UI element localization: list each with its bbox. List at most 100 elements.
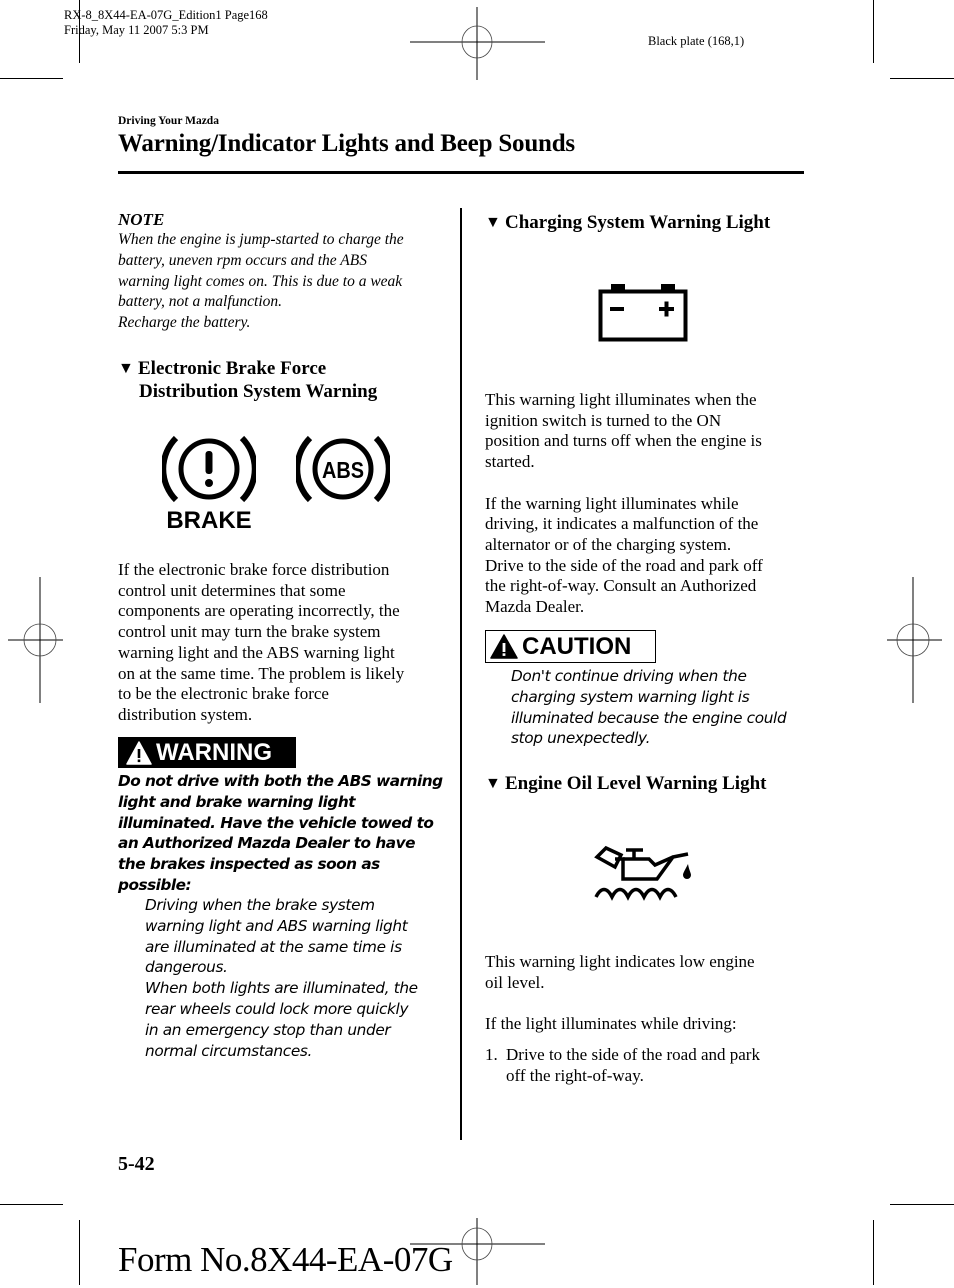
warning-label: WARNING bbox=[156, 738, 272, 766]
oil-can-icon bbox=[594, 845, 691, 901]
triangle-marker-icon: ▼ bbox=[485, 214, 501, 231]
plate-label: Black plate (168,1) bbox=[648, 34, 745, 48]
text-line: ignition switch is turned to the ON bbox=[485, 410, 722, 430]
text-line: distribution system. bbox=[118, 704, 253, 724]
oil-heading: ▼ Engine Oil Level Warning Light bbox=[485, 772, 815, 795]
note-body: When the engine is jump-started to charg… bbox=[118, 230, 448, 334]
title-rule bbox=[118, 171, 804, 174]
text-line: If the warning light illuminates while bbox=[485, 493, 739, 513]
charging-heading: ▼ Charging System Warning Light bbox=[485, 211, 815, 234]
note-line: battery, not a malfunction. bbox=[118, 293, 283, 311]
file-line: RX-8_8X44-EA-07G_Edition1 Page168 bbox=[64, 8, 268, 22]
page-title: Warning/Indicator Lights and Beep Sounds bbox=[118, 130, 575, 157]
text-line: in an emergency stop than under bbox=[145, 1020, 391, 1039]
crop-mark bbox=[890, 1204, 954, 1205]
text-line: driving, it indicates a malfunction of t… bbox=[485, 514, 759, 534]
text-line: oil level. bbox=[485, 972, 545, 992]
warning-badge: WARNING bbox=[118, 737, 296, 768]
step-number: 1. bbox=[485, 1044, 498, 1064]
caution-triangle-icon bbox=[490, 634, 518, 659]
abs-warning-icon: ABS bbox=[296, 435, 390, 503]
step-item: 1. Drive to the side of the road and par… bbox=[485, 1045, 815, 1086]
ebd-heading: ▼ Electronic Brake Force Distribution Sys… bbox=[118, 357, 448, 403]
text-line: This warning light indicates low engine bbox=[485, 952, 755, 971]
warning-triangle-icon bbox=[126, 740, 152, 765]
caution-badge: CAUTION bbox=[485, 630, 656, 663]
text-line: Mazda Dealer. bbox=[485, 597, 585, 617]
triangle-marker-icon: ▼ bbox=[118, 360, 134, 377]
text-line: illuminated. Have the vehicle towed to bbox=[118, 813, 434, 832]
date-line: Friday, May 11 2007 5:3 PM bbox=[64, 23, 209, 37]
text-line: dangerous. bbox=[145, 958, 228, 977]
text-line: are illuminated at the same time is bbox=[145, 937, 402, 956]
crop-mark bbox=[0, 1204, 63, 1205]
note-block: NOTE When the engine is jump-started to … bbox=[118, 210, 448, 334]
triangle-marker-icon: ▼ bbox=[485, 775, 501, 792]
note-line: When the engine is jump-started to charg… bbox=[118, 231, 404, 248]
caution-text: Don't continue driving when the charging… bbox=[511, 666, 811, 749]
text-line: Drive to the side of the road and park bbox=[506, 1044, 760, 1064]
crop-mark bbox=[873, 0, 874, 63]
step-text: Drive to the side of the road and park o… bbox=[506, 1045, 760, 1086]
note-line: battery, uneven rpm occurs and the ABS bbox=[118, 251, 367, 269]
note-line: Recharge the battery. bbox=[118, 314, 251, 332]
text-line: components are operating incorrectly, th… bbox=[118, 601, 400, 621]
text-line: illuminated because the engine could bbox=[511, 708, 787, 727]
text-line: control unit determines that some bbox=[118, 580, 346, 600]
note-title: NOTE bbox=[118, 210, 165, 229]
text-line: on at the same time. The problem is like… bbox=[118, 663, 405, 683]
text-line: Drive to the side of the road and park o… bbox=[485, 555, 763, 575]
heading-text: Charging System Warning Light bbox=[505, 212, 771, 233]
text-line: normal circumstances. bbox=[145, 1041, 313, 1060]
abs-label: ABS bbox=[322, 457, 364, 483]
text-line: When both lights are illuminated, the bbox=[145, 979, 418, 998]
text-line: charging system warning light is bbox=[511, 687, 750, 706]
battery-icon bbox=[598, 284, 688, 342]
text-line: to be the electronic brake force bbox=[118, 684, 329, 704]
warning-text: Do not drive with both the ABS warning l… bbox=[118, 771, 453, 896]
text-line: stop unexpectedly. bbox=[511, 729, 651, 748]
warning-detail: Driving when the brake system warning li… bbox=[145, 895, 450, 1061]
text-line: an Authorized Mazda Dealer to have bbox=[118, 834, 415, 853]
ebd-description: If the electronic brake force distributi… bbox=[118, 560, 453, 726]
text-line: control unit may turn the brake system bbox=[118, 622, 381, 642]
text-line: warning light and ABS warning light bbox=[145, 916, 408, 935]
text-line: position and turns off when the engine i… bbox=[485, 431, 762, 451]
registration-mark-top bbox=[410, 7, 545, 80]
text-line: off the right-of-way. bbox=[506, 1065, 644, 1085]
print-file-info: RX-8_8X44-EA-07G_Edition1 Page168 Friday… bbox=[64, 8, 268, 38]
heading-text: Engine Oil Level Warning Light bbox=[505, 773, 767, 794]
text-line: possible: bbox=[118, 875, 192, 894]
text-line: the right-of-way. Consult an Authorized bbox=[485, 576, 757, 596]
oil-description: This warning light indicates low engine … bbox=[485, 952, 815, 1086]
crop-mark bbox=[873, 1220, 874, 1285]
caution-label: CAUTION bbox=[522, 632, 632, 660]
heading-line: Electronic Brake Force bbox=[138, 358, 327, 379]
form-number: Form No.8X44-EA-07G bbox=[118, 1240, 453, 1279]
section-label: Driving Your Mazda bbox=[118, 115, 219, 127]
text-line: the brakes inspected as soon as bbox=[118, 855, 380, 874]
crop-mark bbox=[0, 78, 63, 79]
text-line: alternator or of the charging system. bbox=[485, 534, 732, 554]
text-line: warning light and the ABS warning light bbox=[118, 642, 395, 662]
crop-mark bbox=[890, 78, 954, 79]
text-line: started. bbox=[485, 452, 535, 472]
text-line: Do not drive with both the ABS warning bbox=[118, 772, 443, 790]
heading-line: Distribution System Warning bbox=[139, 381, 378, 402]
brake-warning-icon: BRAKE bbox=[162, 435, 256, 532]
registration-mark-right bbox=[887, 577, 942, 703]
text-line: rear wheels could lock more quickly bbox=[145, 999, 409, 1018]
brake-label: BRAKE bbox=[166, 507, 251, 532]
crop-mark bbox=[79, 1220, 80, 1285]
text-line: light and brake warning light bbox=[118, 792, 356, 811]
note-line: warning light comes on. This is due to a… bbox=[118, 272, 403, 290]
registration-mark-left bbox=[8, 577, 63, 703]
text-line: If the light illuminates while driving: bbox=[485, 1014, 737, 1034]
text-line: If the electronic brake force distributi… bbox=[118, 560, 390, 579]
text-line: Driving when the brake system bbox=[145, 896, 375, 914]
column-divider bbox=[460, 208, 462, 1140]
text-line: This warning light illuminates when the bbox=[485, 390, 757, 409]
charging-description: This warning light illuminates when the … bbox=[485, 390, 815, 618]
text-line: Don't continue driving when the bbox=[511, 667, 747, 685]
page-number: 5-42 bbox=[118, 1153, 155, 1175]
